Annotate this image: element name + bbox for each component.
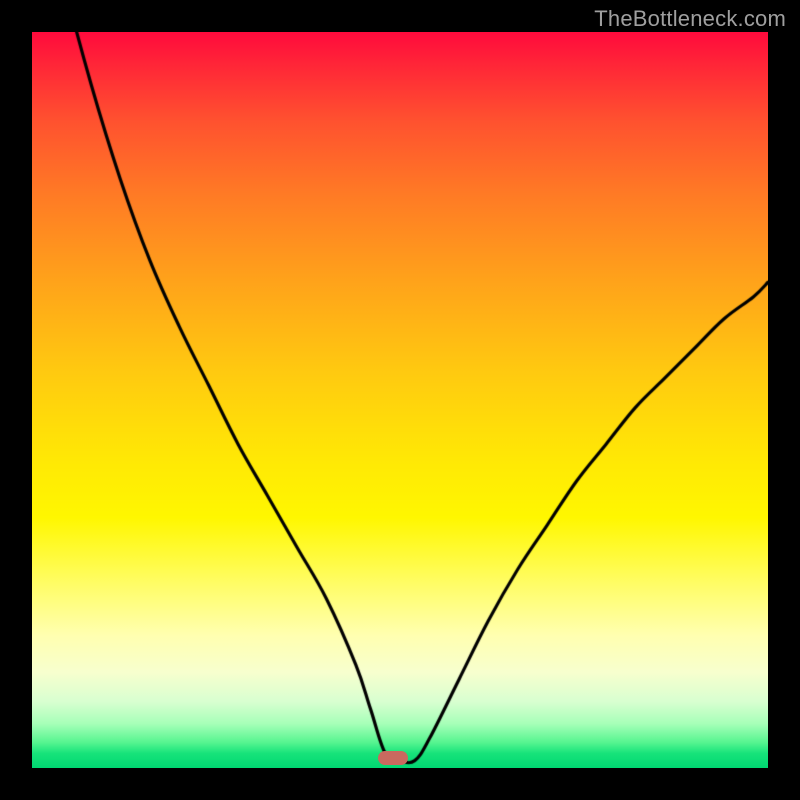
bottleneck-curve-canvas — [32, 32, 768, 768]
chart-frame: TheBottleneck.com — [0, 0, 800, 800]
plot-area — [32, 32, 768, 768]
optimum-marker — [378, 751, 408, 765]
watermark-text: TheBottleneck.com — [594, 6, 786, 32]
